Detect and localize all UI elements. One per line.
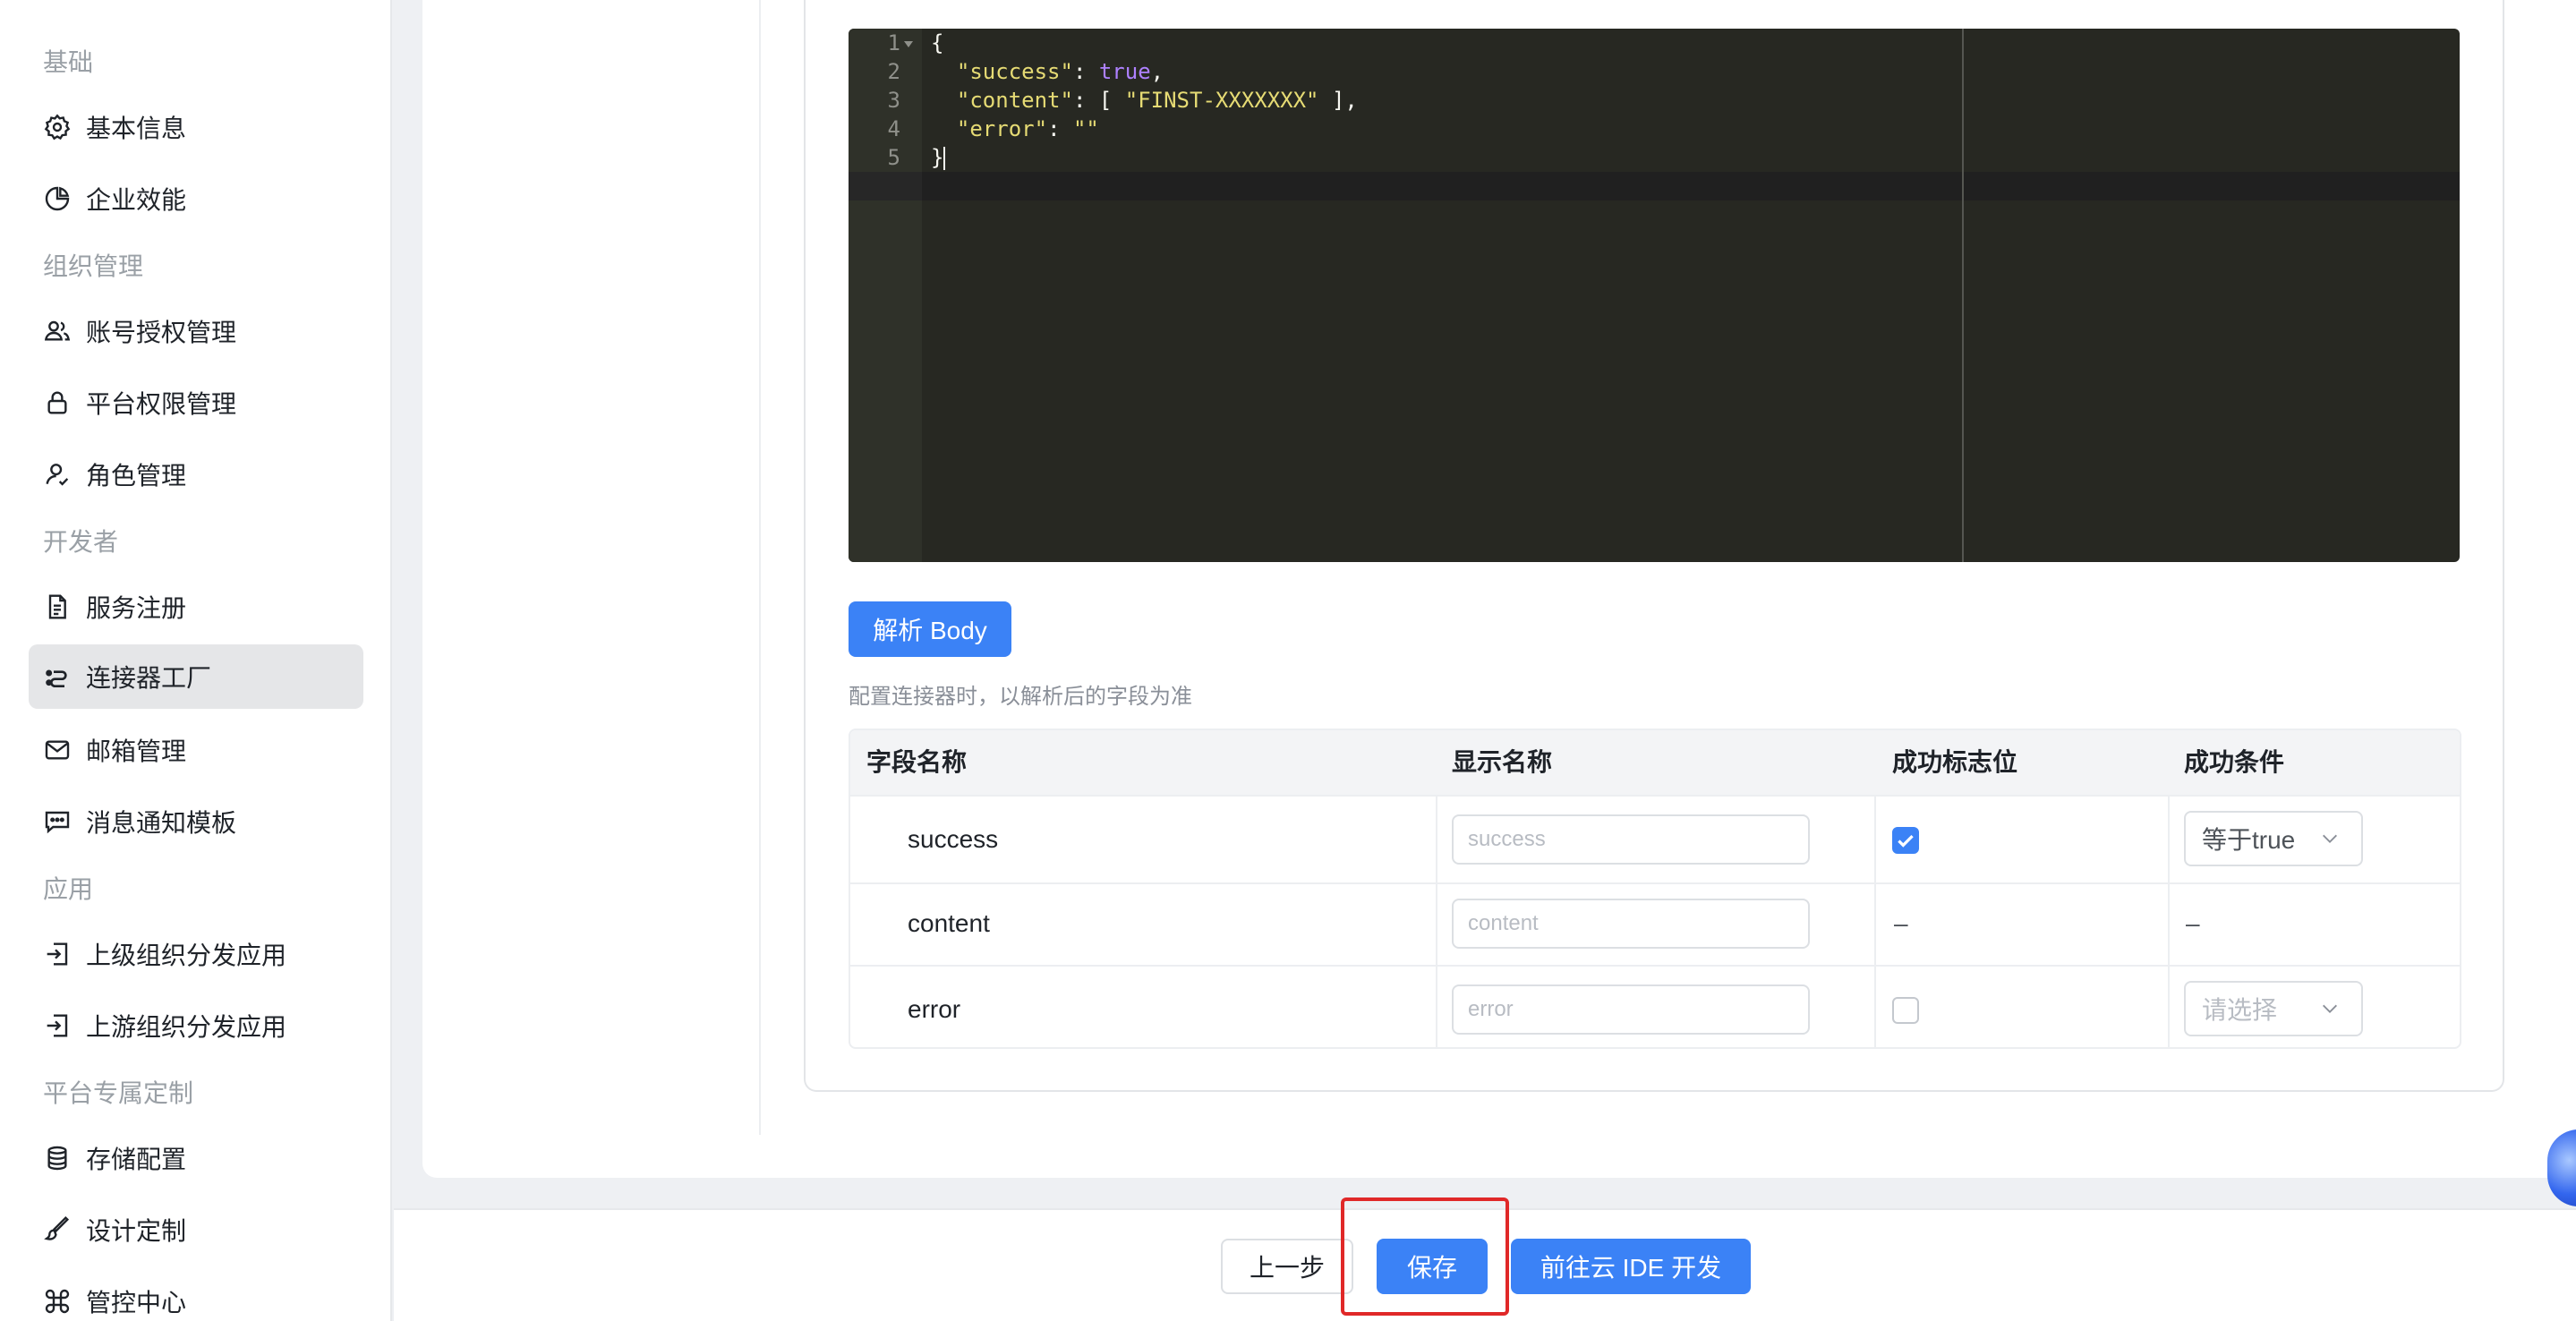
chevron-down-icon	[2323, 1004, 2337, 1013]
success-condition-empty: –	[2186, 909, 2200, 937]
sidebar-item-upstream-dist[interactable]: 上游组织分发应用	[29, 993, 363, 1058]
field-name: error	[908, 995, 961, 1023]
success-condition-select[interactable]: 等于true	[2184, 811, 2363, 866]
success-condition-select[interactable]: 请选择	[2184, 981, 2363, 1036]
header-success-flag: 成功标志位	[1892, 748, 2018, 776]
sidebar-group-org: 组织管理	[43, 252, 144, 280]
sidebar-item-label: 账号授权管理	[86, 319, 237, 346]
line-number: 2	[887, 59, 900, 84]
code-line-1: {	[931, 30, 944, 55]
sidebar-item-label: 上级组织分发应用	[86, 942, 287, 969]
code-line-4: "error": ""	[956, 116, 1099, 141]
connector-icon	[43, 662, 72, 691]
field-name: success	[908, 825, 999, 853]
sidebar-item-label: 设计定制	[86, 1217, 187, 1245]
users-icon	[43, 317, 72, 345]
display-name-input[interactable]: error	[1452, 984, 1810, 1035]
sidebar-item-design[interactable]: 设计定制	[29, 1197, 363, 1262]
sidebar-item-label: 管控中心	[86, 1289, 187, 1317]
sidebar-item-label: 平台权限管理	[86, 390, 237, 418]
table-header: 字段名称 显示名称 成功标志位 成功条件	[850, 730, 2460, 795]
gear-icon	[43, 113, 72, 141]
table-row: success success 等于true	[850, 795, 2460, 882]
sidebar-item-connector-factory[interactable]: 连接器工厂	[29, 644, 363, 709]
header-success-condition: 成功条件	[2184, 748, 2285, 776]
open-cloud-ide-button[interactable]: 前往云 IDE 开发	[1511, 1239, 1751, 1294]
editor-active-line	[849, 172, 2460, 200]
select-placeholder: 请选择	[2202, 996, 2278, 1024]
sidebar-group-dev: 开发者	[43, 528, 119, 556]
sidebar-group-custom: 平台专属定制	[43, 1079, 194, 1107]
check-icon	[1898, 834, 1914, 848]
sidebar-item-label: 邮箱管理	[86, 737, 187, 765]
parse-body-button[interactable]: 解析 Body	[849, 601, 1011, 657]
display-name-input[interactable]: success	[1452, 814, 1810, 865]
sidebar-item-basic-info[interactable]: 基本信息	[29, 95, 363, 159]
success-flag-empty: –	[1894, 909, 1908, 937]
field-table: 字段名称 显示名称 成功标志位 成功条件 success success 等于t…	[849, 729, 2461, 1049]
parse-hint-text: 配置连接器时，以解析后的字段为准	[849, 685, 1192, 709]
line-number: 5	[887, 145, 900, 170]
content-divider	[759, 0, 761, 1135]
sidebar-item-efficiency[interactable]: 企业效能	[29, 166, 363, 231]
code-line-5: }	[931, 145, 946, 170]
user-icon	[43, 460, 72, 489]
sidebar-item-parent-dist[interactable]: 上级组织分发应用	[29, 922, 363, 986]
sidebar-item-control-center[interactable]: 管控中心	[29, 1269, 363, 1321]
database-icon	[43, 1144, 72, 1172]
header-display-name: 显示名称	[1452, 748, 1553, 776]
editor-print-margin	[1962, 29, 1964, 562]
pie-chart-icon	[43, 184, 72, 213]
mail-icon	[43, 736, 72, 764]
sidebar-item-platform-perm[interactable]: 平台权限管理	[29, 371, 363, 435]
chevron-down-icon	[2323, 834, 2337, 843]
sidebar-item-label: 连接器工厂	[86, 664, 212, 692]
message-icon	[43, 807, 72, 836]
sidebar-item-storage[interactable]: 存储配置	[29, 1126, 363, 1190]
sidebar-item-role[interactable]: 角色管理	[29, 442, 363, 507]
fold-arrow-icon[interactable]	[904, 41, 913, 47]
code-line-3: "content": [ "FINST-XXXXXXX" ],	[956, 88, 1358, 113]
line-number: 3	[887, 88, 900, 113]
line-number: 4	[887, 116, 900, 141]
command-icon	[43, 1287, 72, 1316]
sidebar-item-label: 消息通知模板	[86, 809, 237, 837]
line-number: 1	[887, 30, 900, 55]
login-icon	[43, 1011, 72, 1040]
table-row: error error 请选择	[850, 965, 2460, 1047]
brush-icon	[43, 1215, 72, 1244]
success-flag-checkbox[interactable]	[1892, 997, 1919, 1024]
code-editor[interactable]: 1 2 3 4 5 { "success": true, "content": …	[849, 29, 2460, 562]
sidebar-item-label: 存储配置	[86, 1146, 187, 1173]
code-line-2: "success": true,	[956, 59, 1164, 84]
table-row: content content – –	[850, 882, 2460, 965]
previous-step-button[interactable]: 上一步	[1221, 1239, 1353, 1294]
display-name-input[interactable]: content	[1452, 899, 1810, 949]
field-name: content	[908, 909, 990, 937]
sidebar-item-mailbox[interactable]: 邮箱管理	[29, 718, 363, 782]
sidebar-item-message-template[interactable]: 消息通知模板	[29, 789, 363, 854]
sidebar-item-service-reg[interactable]: 服务注册	[29, 575, 363, 639]
sidebar-group-basic: 基础	[43, 48, 94, 76]
lock-icon	[43, 388, 72, 417]
sidebar-item-label: 上游组织分发应用	[86, 1013, 287, 1041]
text-cursor	[943, 147, 946, 170]
save-highlight-box	[1341, 1197, 1509, 1316]
sidebar-item-label: 角色管理	[86, 462, 187, 490]
header-field-name: 字段名称	[866, 748, 968, 776]
sidebar-item-label: 企业效能	[86, 186, 187, 214]
sidebar-item-label: 服务注册	[86, 594, 187, 622]
editor-active-gutter	[849, 172, 922, 200]
sidebar-group-app: 应用	[43, 875, 94, 903]
sidebar-item-label: 基本信息	[86, 115, 187, 142]
sidebar-item-account-auth[interactable]: 账号授权管理	[29, 299, 363, 363]
login-icon	[43, 940, 72, 968]
sidebar: 基础 基本信息 企业效能 组织管理 账号授权管理 平台权限管理 角色管理 开发者…	[0, 0, 392, 1321]
success-flag-checkbox[interactable]	[1892, 827, 1919, 854]
select-value: 等于true	[2202, 826, 2296, 854]
document-icon	[43, 592, 72, 621]
